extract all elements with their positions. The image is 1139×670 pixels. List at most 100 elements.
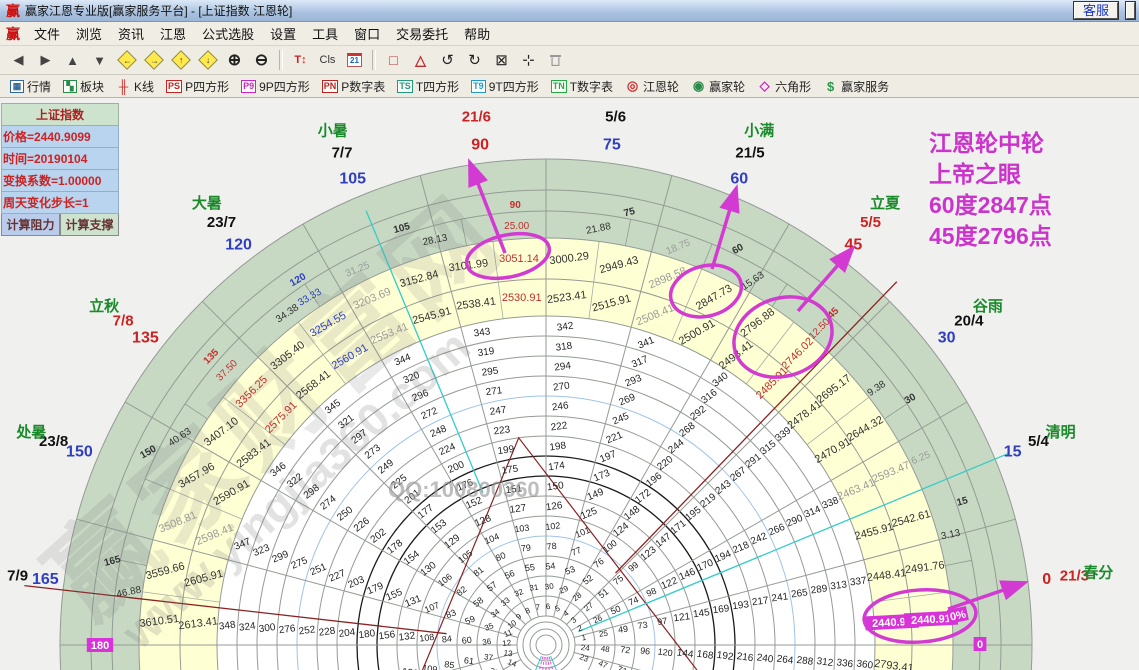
cls-button[interactable]: Cls bbox=[315, 49, 340, 72]
rotate-cw-icon[interactable]: ↻ bbox=[462, 49, 487, 72]
9t-square-button[interactable]: T99T四方形 bbox=[469, 77, 541, 96]
svg-text:336: 336 bbox=[836, 657, 854, 670]
menu-item-0[interactable]: 文件 bbox=[26, 22, 68, 45]
menu-item-8[interactable]: 交易委托 bbox=[388, 22, 456, 45]
svg-text:198: 198 bbox=[549, 440, 567, 453]
chart-area: 赢家财富网www.yingjia360.com12345678910111213… bbox=[0, 98, 1139, 670]
step-value: 周天变化步长=1 bbox=[1, 192, 119, 214]
menu-logo-icon: 赢 bbox=[6, 24, 20, 44]
svg-text:120: 120 bbox=[657, 646, 673, 658]
toolbar-label: T四方形 bbox=[416, 78, 459, 95]
menu-item-3[interactable]: 江恩 bbox=[152, 22, 194, 45]
svg-text:135: 135 bbox=[132, 330, 159, 347]
sectors-button[interactable]: ▚板块 bbox=[61, 77, 106, 96]
hexagon-icon: ◇ bbox=[757, 80, 772, 93]
svg-text:217: 217 bbox=[751, 595, 769, 608]
down-icon[interactable]: ▼ bbox=[87, 49, 112, 72]
svg-text:78: 78 bbox=[546, 541, 557, 552]
svg-text:7/9: 7/9 bbox=[7, 567, 28, 584]
p-table-button[interactable]: PNP数字表 bbox=[320, 77, 388, 96]
back-icon[interactable]: ◀ bbox=[6, 49, 31, 72]
t-table-button[interactable]: TNT数字表 bbox=[549, 77, 615, 96]
app-logo-icon: 赢 bbox=[6, 1, 20, 21]
svg-text:23/7: 23/7 bbox=[207, 214, 236, 231]
delete-icon[interactable]: ⊔ bbox=[543, 49, 568, 72]
svg-text:193: 193 bbox=[732, 599, 750, 612]
svg-text:0: 0 bbox=[1042, 571, 1051, 588]
svg-text:252: 252 bbox=[298, 624, 316, 637]
svg-text:132: 132 bbox=[398, 630, 416, 643]
svg-text:3051.14: 3051.14 bbox=[499, 253, 539, 265]
forward-icon[interactable]: ▶ bbox=[33, 49, 58, 72]
9t-square-icon: T9 bbox=[471, 80, 486, 93]
sectors-icon: ▚ bbox=[63, 80, 77, 93]
zoom-in-icon[interactable]: ⊕ bbox=[222, 49, 247, 72]
customer-service-button[interactable]: 客服 bbox=[1074, 2, 1118, 19]
svg-text:37: 37 bbox=[484, 652, 495, 662]
svg-text:216: 216 bbox=[736, 651, 754, 664]
hexagon-button[interactable]: ◇六角形 bbox=[755, 77, 813, 96]
toolbar-label: T数字表 bbox=[570, 78, 613, 95]
svg-text:324: 324 bbox=[238, 621, 256, 634]
menu-item-2[interactable]: 资讯 bbox=[110, 22, 152, 45]
updown-icon[interactable]: T↕ bbox=[288, 49, 313, 72]
menu-item-1[interactable]: 浏览 bbox=[68, 22, 110, 45]
p-table-icon: PN bbox=[322, 80, 339, 93]
svg-text:120: 120 bbox=[225, 236, 252, 253]
calc-resistance-button[interactable]: 计算阻力 bbox=[1, 214, 60, 236]
partial-button[interactable] bbox=[1126, 2, 1135, 19]
pan-right-icon[interactable]: → bbox=[141, 49, 166, 72]
t-square-button[interactable]: TST四方形 bbox=[395, 77, 461, 96]
svg-text:265: 265 bbox=[790, 587, 808, 600]
menu-item-5[interactable]: 设置 bbox=[262, 22, 304, 45]
calendar-icon[interactable]: 21 bbox=[342, 49, 367, 72]
menu-item-9[interactable]: 帮助 bbox=[456, 22, 498, 45]
svg-text:75: 75 bbox=[603, 136, 621, 153]
svg-text:360: 360 bbox=[856, 658, 874, 670]
svg-text:289: 289 bbox=[810, 583, 828, 596]
annotation-line: 上帝之眼 bbox=[929, 159, 1052, 190]
svg-text:342: 342 bbox=[556, 321, 574, 334]
svg-text:295: 295 bbox=[481, 366, 499, 379]
pan-up-icon[interactable]: ↑ bbox=[168, 49, 193, 72]
kline-button[interactable]: ╫K线 bbox=[114, 77, 156, 96]
pan-down-icon[interactable]: ↓ bbox=[195, 49, 220, 72]
winner-wheel-button[interactable]: ◉赢家轮 bbox=[689, 77, 747, 96]
svg-text:319: 319 bbox=[477, 346, 495, 359]
menu-item-6[interactable]: 工具 bbox=[304, 22, 346, 45]
zoom-out-icon[interactable]: ⊖ bbox=[249, 49, 274, 72]
svg-text:109: 109 bbox=[422, 663, 438, 670]
up-icon[interactable]: ▲ bbox=[60, 49, 85, 72]
svg-text:246: 246 bbox=[551, 400, 569, 413]
time-value: 时间=20190104 bbox=[1, 148, 119, 170]
expand-icon[interactable]: ⊹ bbox=[516, 49, 541, 72]
svg-text:192: 192 bbox=[716, 650, 734, 663]
gann-wheel-button[interactable]: ◎江恩轮 bbox=[623, 77, 681, 96]
svg-text:60: 60 bbox=[461, 635, 472, 646]
quotes-button[interactable]: ▦行情 bbox=[8, 77, 53, 96]
square-tool-icon[interactable]: □ bbox=[381, 49, 406, 72]
svg-text:270: 270 bbox=[552, 380, 570, 393]
pan-left-icon[interactable]: ← bbox=[114, 49, 139, 72]
rotate-ccw-icon[interactable]: ↺ bbox=[435, 49, 460, 72]
svg-text:21/6: 21/6 bbox=[462, 109, 491, 126]
menu-bar: 赢 文件浏览资讯江恩公式选股设置工具窗口交易委托帮助 bbox=[0, 22, 1139, 46]
toolbar-label: 赢家服务 bbox=[841, 78, 889, 95]
svg-text:240: 240 bbox=[756, 652, 774, 665]
9p-square-button[interactable]: P99P四方形 bbox=[239, 77, 312, 96]
svg-text:105: 105 bbox=[339, 170, 366, 187]
svg-text:30: 30 bbox=[544, 582, 555, 592]
calc-support-button[interactable]: 计算支撑 bbox=[60, 214, 119, 236]
menu-item-7[interactable]: 窗口 bbox=[346, 22, 388, 45]
winner-service-button[interactable]: $赢家服务 bbox=[821, 77, 891, 96]
toolbar-label: 9T四方形 bbox=[489, 78, 539, 95]
toolbar-separator bbox=[279, 50, 283, 70]
select-box-icon[interactable]: ⊠ bbox=[489, 49, 514, 72]
svg-text:222: 222 bbox=[550, 420, 568, 433]
triangle-tool-icon[interactable]: △ bbox=[408, 49, 433, 72]
svg-text:60: 60 bbox=[730, 170, 748, 187]
svg-text:103: 103 bbox=[514, 522, 530, 534]
p-square-button[interactable]: PSP四方形 bbox=[164, 77, 231, 96]
annotation-line: 江恩轮中轮 bbox=[929, 128, 1052, 159]
menu-item-4[interactable]: 公式选股 bbox=[194, 22, 262, 45]
